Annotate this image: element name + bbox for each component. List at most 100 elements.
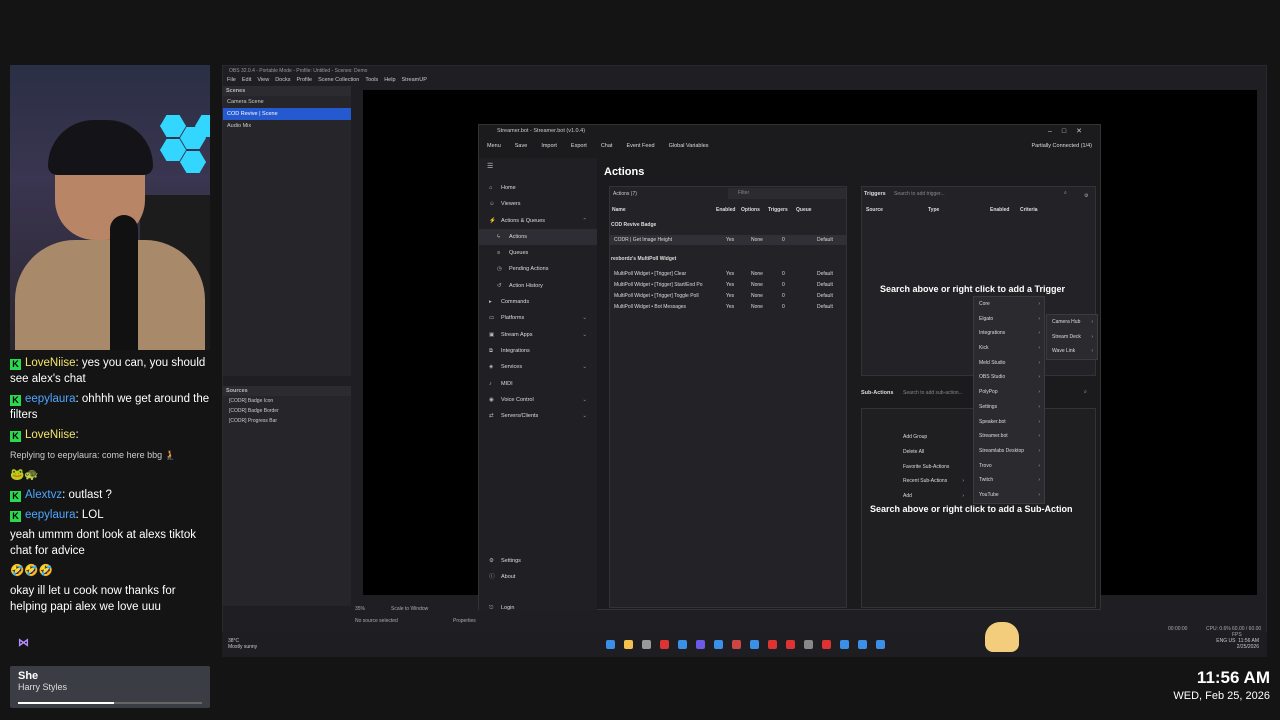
weather-widget[interactable]: 38°C Mostly sunny — [228, 638, 257, 650]
nav-integrations[interactable]: ⧉ Integrations — [479, 343, 597, 359]
scale-select[interactable]: Scale to Window — [391, 606, 428, 612]
column-header[interactable]: Queue — [796, 207, 812, 213]
column-header[interactable]: Name — [612, 207, 626, 213]
tray-date[interactable]: 2/25/2026 — [1216, 644, 1259, 650]
trigger-column-header[interactable]: Source — [866, 207, 883, 213]
toolbar-import-button[interactable]: Import — [541, 143, 557, 149]
menu-item-recent-sub-actions[interactable]: Recent Sub-Actions › — [898, 474, 968, 489]
system-tray[interactable]: ENG US 11:56 AM 2/25/2026 — [1216, 638, 1259, 650]
menu-item-polypop[interactable]: PolyPop › — [974, 385, 1044, 400]
chat-username[interactable]: eepylaura — [25, 509, 76, 521]
hamburger-icon[interactable]: ☰ — [479, 158, 597, 176]
menu-item-settings[interactable]: Settings › — [974, 400, 1044, 415]
action-row[interactable]: MultiPoll Widget • [Trigger] Toggle Poll… — [610, 291, 846, 301]
app-icon[interactable] — [786, 640, 795, 649]
app-icon[interactable] — [696, 640, 705, 649]
nav-stream-apps[interactable]: ▣ Stream Apps ⌄ — [479, 327, 597, 343]
app-icon[interactable] — [822, 640, 831, 649]
toolbar-menu-button[interactable]: Menu — [487, 143, 501, 149]
scene-item[interactable]: COD Revive | Scene — [223, 108, 351, 120]
subaction-search[interactable]: Search to add sub-action... — [903, 390, 963, 396]
tray-language[interactable]: ENG US — [1216, 638, 1235, 644]
nav-commands[interactable]: ▸ Commands — [479, 294, 597, 310]
nav-actions[interactable]: ϟ Actions — [479, 228, 597, 246]
column-header[interactable]: Enabled — [716, 207, 735, 213]
nav-servers-clients[interactable]: ⇄ Servers/Clients ⌄ — [479, 408, 597, 424]
nav-voice-control[interactable]: ◉ Voice Control ⌄ — [479, 392, 597, 408]
nav-pending-actions[interactable]: ◷ Pending Actions — [479, 261, 597, 277]
toolbar-global-variables-button[interactable]: Global Variables — [669, 143, 709, 149]
toolbar-export-button[interactable]: Export — [571, 143, 587, 149]
chat-username[interactable]: eepylaura — [25, 393, 76, 405]
menu-item-delete-all[interactable]: Delete All — [898, 445, 968, 460]
menu-item-camera-hub[interactable]: Camera Hub › — [1047, 315, 1097, 330]
menu-item-streamlabs-desktop[interactable]: Streamlabs Desktop › — [974, 444, 1044, 459]
menu-item-wave-link[interactable]: Wave Link › — [1047, 344, 1097, 359]
app-icon[interactable] — [642, 640, 651, 649]
app-icon[interactable] — [678, 640, 687, 649]
chat-username[interactable]: LoveNiise — [25, 357, 76, 369]
window-controls[interactable]: –□✕ — [1048, 127, 1092, 135]
app-icon[interactable] — [768, 640, 777, 649]
trigger-search[interactable]: Search to add trigger... — [894, 191, 945, 197]
nav-platforms[interactable]: ▭ Platforms ⌄ — [479, 310, 597, 326]
nav-actions-queues[interactable]: ⚡ Actions & Queues ⌃ — [479, 213, 597, 229]
action-row[interactable]: CODR | Get Image Height Yes None 0 Default — [610, 235, 846, 245]
nav-action-history[interactable]: ↺ Action History — [479, 278, 597, 294]
zoom-level[interactable]: 35% — [355, 606, 365, 612]
obs-menu-item[interactable]: Edit — [242, 77, 251, 85]
menu-item-trovo[interactable]: Trovo › — [974, 459, 1044, 474]
menu-item-twitch[interactable]: Twitch › — [974, 473, 1044, 488]
menu-item-meld-studio[interactable]: Meld Studio › — [974, 356, 1044, 371]
menu-item-favorite-sub-actions[interactable]: Favorite Sub-Actions — [898, 460, 968, 475]
trigger-column-header[interactable]: Criteria — [1020, 207, 1038, 213]
menu-item-speaker-bot[interactable]: Speaker.bot › — [974, 415, 1044, 430]
start-icon[interactable] — [606, 640, 615, 649]
action-row[interactable]: MultiPoll Widget • [Trigger] Clear Yes Non… — [610, 269, 846, 279]
menu-item-integrations[interactable]: Integrations › — [974, 326, 1044, 341]
filter-input[interactable]: Filter — [728, 188, 846, 199]
column-header[interactable]: Triggers — [768, 207, 788, 213]
menu-item-add-group[interactable]: Add Group — [898, 430, 968, 445]
gear-icon[interactable]: ⚙ — [1084, 193, 1088, 199]
chat-username[interactable]: Alextvz — [25, 489, 62, 501]
toolbar-event-feed-button[interactable]: Event Feed — [626, 143, 654, 149]
obs-menu-item[interactable]: Docks — [275, 77, 290, 85]
action-row[interactable]: MultiPoll Widget • Bot Messages Yes None 0 D… — [610, 302, 846, 312]
menu-item-add[interactable]: Add › — [898, 489, 968, 504]
menu-item-youtube[interactable]: YouTube › — [974, 488, 1044, 503]
action-row[interactable]: MultiPoll Widget • [Trigger] Start/End P… — [610, 280, 846, 290]
obs-icon[interactable] — [804, 640, 813, 649]
nav-login[interactable]: ⎋ Login — [479, 600, 597, 616]
menu-item-core[interactable]: Core › — [974, 297, 1044, 312]
streamerbot-icon[interactable] — [876, 640, 885, 649]
app-icon[interactable] — [732, 640, 741, 649]
nav-about[interactable]: ⓘ About — [479, 569, 597, 585]
app-icon[interactable] — [840, 640, 849, 649]
app-icon[interactable] — [858, 640, 867, 649]
obs-menu-item[interactable]: Scene Collection — [318, 77, 359, 85]
obs-menu-item[interactable]: Help — [384, 77, 395, 85]
obs-menu-item[interactable]: Tools — [365, 77, 378, 85]
obs-menu-item[interactable]: File — [227, 77, 236, 85]
obs-menu-item[interactable]: View — [257, 77, 269, 85]
brave-icon[interactable] — [660, 640, 669, 649]
nav-services[interactable]: ◈ Services ⌄ — [479, 359, 597, 375]
nav-queues[interactable]: ≡ Queues — [479, 245, 597, 261]
trigger-column-header[interactable]: Type — [928, 207, 939, 213]
toolbar-save-button[interactable]: Save — [515, 143, 528, 149]
toolbar-chat-button[interactable]: Chat — [601, 143, 613, 149]
source-item[interactable]: [CODR] Badge Border — [223, 406, 351, 416]
menu-item-streamer-bot[interactable]: Streamer.bot › — [974, 429, 1044, 444]
column-header[interactable]: Options — [741, 207, 760, 213]
action-group[interactable]: COD Revive Badge — [611, 222, 656, 228]
source-item[interactable]: [CODR] Progress Bar — [223, 416, 351, 426]
properties-button[interactable]: Properties — [453, 618, 476, 624]
scene-item[interactable]: Camera Scene — [223, 96, 351, 108]
scene-item[interactable]: Audio Mix — [223, 120, 351, 132]
source-item[interactable]: [CODR] Badge Icon — [223, 396, 351, 406]
chat-username[interactable]: LoveNiise — [25, 429, 76, 441]
nav-midi[interactable]: ♪ MIDI — [479, 376, 597, 392]
explorer-icon[interactable] — [624, 640, 633, 649]
nav-settings[interactable]: ⚙ Settings — [479, 553, 597, 569]
